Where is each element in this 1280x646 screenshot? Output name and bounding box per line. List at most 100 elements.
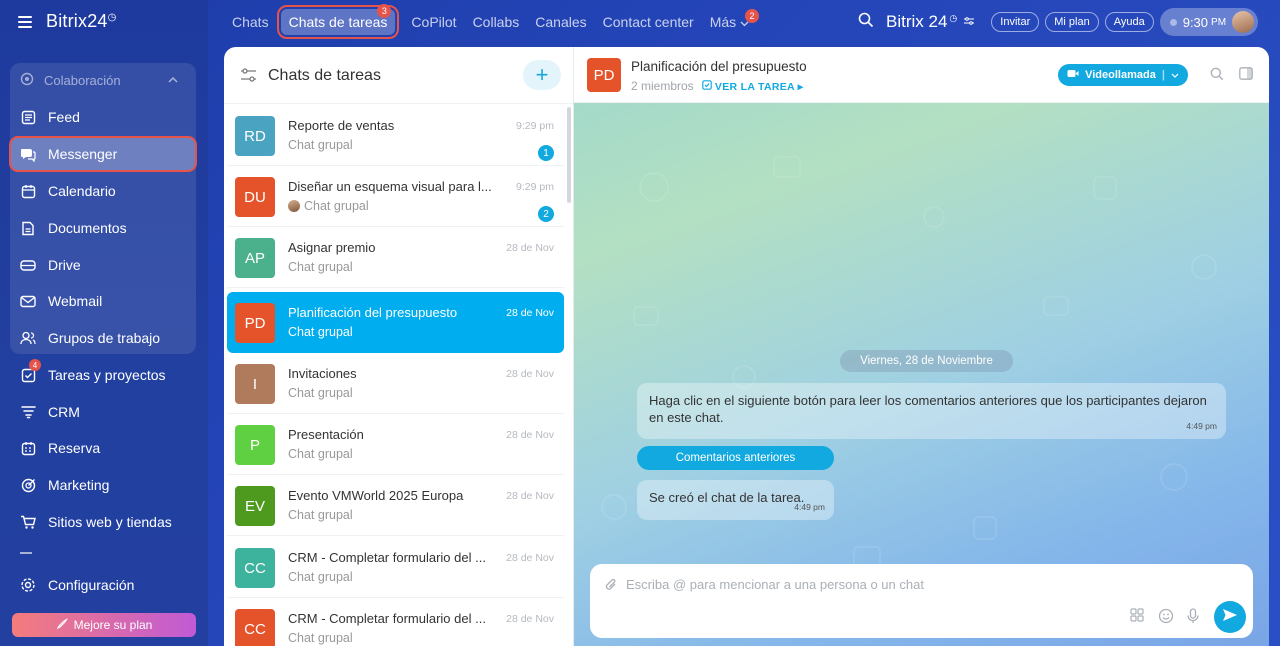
- chat-list-item[interactable]: DU Diseñar un esquema visual para l... Cha…: [227, 166, 564, 227]
- chat-avatar[interactable]: PD: [587, 58, 621, 92]
- chat-name: Planificación del presupuesto: [288, 305, 458, 320]
- chat-avatar: P: [235, 425, 275, 465]
- tab-task-chats[interactable]: Chats de tareas 3: [276, 4, 400, 39]
- emoji-icon[interactable]: [1158, 608, 1174, 629]
- tab-chats[interactable]: Chats: [224, 14, 277, 30]
- chat-avatar: DU: [235, 177, 275, 217]
- message-bubble[interactable]: Se creó el chat de la tarea. 4:49 pm: [637, 480, 834, 520]
- chat-avatar: EV: [235, 486, 275, 526]
- tab-more[interactable]: Más 2: [702, 9, 760, 30]
- gear-icon: [20, 577, 36, 593]
- chat-time: 9:29 pm: [516, 181, 554, 193]
- chevron-down-icon[interactable]: [1171, 69, 1179, 81]
- chat-list-item[interactable]: CC CRM - Completar formulario del ... Chat…: [227, 537, 564, 598]
- my-plan-button[interactable]: Mi plan: [1045, 12, 1099, 32]
- chat-subtitle: Chat grupal: [288, 199, 369, 213]
- attach-icon[interactable]: [604, 577, 618, 597]
- chat-list-item[interactable]: AP Asignar premio Chat grupal 28 de Nov: [227, 227, 564, 288]
- sidebar-item-feed[interactable]: Feed: [10, 100, 196, 134]
- message-text: Se creó el chat de la tarea.: [649, 490, 805, 505]
- chat-avatar: RD: [235, 116, 275, 156]
- send-button[interactable]: [1214, 601, 1246, 633]
- add-chat-button[interactable]: +: [523, 60, 561, 90]
- chat-list-item[interactable]: RD Reporte de ventas Chat grupal 9:29 pm 1: [227, 105, 564, 166]
- invite-button[interactable]: Invitar: [991, 12, 1040, 32]
- message-time: 4:49 pm: [794, 502, 825, 512]
- tab-collabs[interactable]: Collabs: [465, 14, 528, 30]
- chat-avatar: PD: [235, 303, 275, 343]
- sidebar-item-sites[interactable]: Sitios web y tiendas: [10, 505, 196, 539]
- chat-list-scrollbar[interactable]: [567, 107, 571, 203]
- sliders-icon[interactable]: [963, 13, 975, 31]
- collaboration-icon: [20, 72, 34, 89]
- message-input[interactable]: Escriba @ para mencionar a una persona o…: [626, 577, 924, 592]
- logo[interactable]: Bitrix24◷: [46, 11, 117, 32]
- sidebar-item-workgroups[interactable]: Grupos de trabajo: [10, 321, 196, 355]
- chat-title[interactable]: Planificación del presupuesto: [631, 59, 807, 74]
- more-badge: 2: [745, 9, 760, 23]
- upgrade-plan-button[interactable]: Mejore su plan: [12, 613, 196, 637]
- chat-subtitle: Chat grupal: [288, 260, 353, 274]
- members-count[interactable]: 2 miembros: [631, 79, 694, 93]
- top-right-controls: Bitrix 24 ◷ Invitar Mi plan Ayuda 9:30 P…: [858, 8, 1259, 36]
- chat-type-label: Chat grupal: [288, 508, 353, 522]
- sidebar-item-marketing[interactable]: Marketing: [10, 468, 196, 502]
- apps-icon[interactable]: [1130, 608, 1144, 627]
- work-time-pill[interactable]: 9:30 PM: [1159, 8, 1259, 36]
- sidebar-item-calendar[interactable]: Calendario: [10, 174, 196, 208]
- view-task-link[interactable]: VER LA TAREA ▸: [701, 79, 804, 93]
- brand-logo[interactable]: Bitrix 24: [886, 12, 947, 32]
- chat-list-item[interactable]: I Invitaciones Chat grupal 28 de Nov: [227, 353, 564, 414]
- search-icon[interactable]: [1210, 67, 1224, 86]
- chat-background-pattern: [601, 156, 1217, 568]
- sidebar-item-webmail[interactable]: Webmail: [10, 284, 196, 318]
- chat-view: PD Planificación del presupuesto 2 miemb…: [574, 47, 1269, 646]
- collaboration-label: Colaboración: [44, 73, 121, 88]
- sidebar-item-tasks[interactable]: 4 Tareas y proyectos: [10, 358, 196, 392]
- tab-copilot[interactable]: CoPilot: [403, 14, 464, 30]
- chat-list-header: Chats de tareas +: [224, 47, 573, 104]
- sender-avatar: [288, 200, 300, 212]
- filter-icon[interactable]: [240, 68, 257, 87]
- tasks-badge: 4: [29, 359, 41, 371]
- chat-name: Presentación: [288, 427, 364, 442]
- tab-channels[interactable]: Canales: [527, 14, 594, 30]
- tab-contact-center[interactable]: Contact center: [595, 14, 702, 30]
- sidebar-item-documents[interactable]: Documentos: [10, 211, 196, 245]
- unread-badge: 1: [538, 145, 554, 161]
- camera-icon: [1067, 69, 1079, 81]
- collaboration-header[interactable]: Colaboración: [10, 72, 186, 89]
- document-icon: [20, 220, 36, 236]
- message-bubble[interactable]: Haga clic en el siguiente botón para lee…: [637, 383, 1226, 439]
- sidebar-item-drive[interactable]: Drive: [10, 248, 196, 282]
- chat-list-item[interactable]: P Presentación Chat grupal 28 de Nov: [227, 414, 564, 475]
- chat-list-item[interactable]: CC CRM - Completar formulario del ... Chat…: [227, 598, 564, 646]
- sidebar-item-crm[interactable]: CRM: [10, 395, 196, 429]
- sidebar-item-label: Webmail: [48, 293, 103, 309]
- menu-icon[interactable]: [18, 15, 32, 28]
- time-suffix: PM: [1211, 16, 1227, 28]
- chat-list-item[interactable]: PD Planificación del presupuesto Chat grup…: [227, 292, 564, 353]
- search-icon[interactable]: [858, 12, 874, 33]
- chat-subtitle: Chat grupal: [288, 447, 353, 461]
- microphone-icon[interactable]: [1187, 608, 1199, 629]
- chat-type-label: Chat grupal: [288, 631, 353, 645]
- crm-icon: [20, 404, 36, 420]
- user-avatar[interactable]: [1232, 11, 1255, 33]
- top-navigation: Chats Chats de tareas 3 CoPilot Collabs …: [224, 0, 760, 44]
- previous-comments-button[interactable]: Comentarios anteriores: [637, 446, 834, 470]
- chat-time: 28 de Nov: [506, 613, 554, 625]
- chevron-up-icon[interactable]: [168, 72, 178, 86]
- chat-subtitle: Chat grupal: [288, 508, 353, 522]
- sidebar-item-messenger[interactable]: Messenger: [9, 136, 197, 172]
- sidebar-item-booking[interactable]: Reserva: [10, 431, 196, 465]
- sidebar-item-settings[interactable]: Configuración: [10, 568, 196, 602]
- clock-icon: ◷: [107, 12, 117, 23]
- chat-list-item[interactable]: EV Evento VMWorld 2025 Europa Chat grupal 2…: [227, 475, 564, 536]
- help-button[interactable]: Ayuda: [1104, 12, 1154, 32]
- sidebar-toggle-icon[interactable]: [1239, 67, 1253, 85]
- chat-avatar: AP: [235, 238, 275, 278]
- chat-name: CRM - Completar formulario del ...: [288, 611, 486, 626]
- marketing-icon: [20, 477, 36, 493]
- video-call-button[interactable]: Videollamada |: [1058, 64, 1188, 86]
